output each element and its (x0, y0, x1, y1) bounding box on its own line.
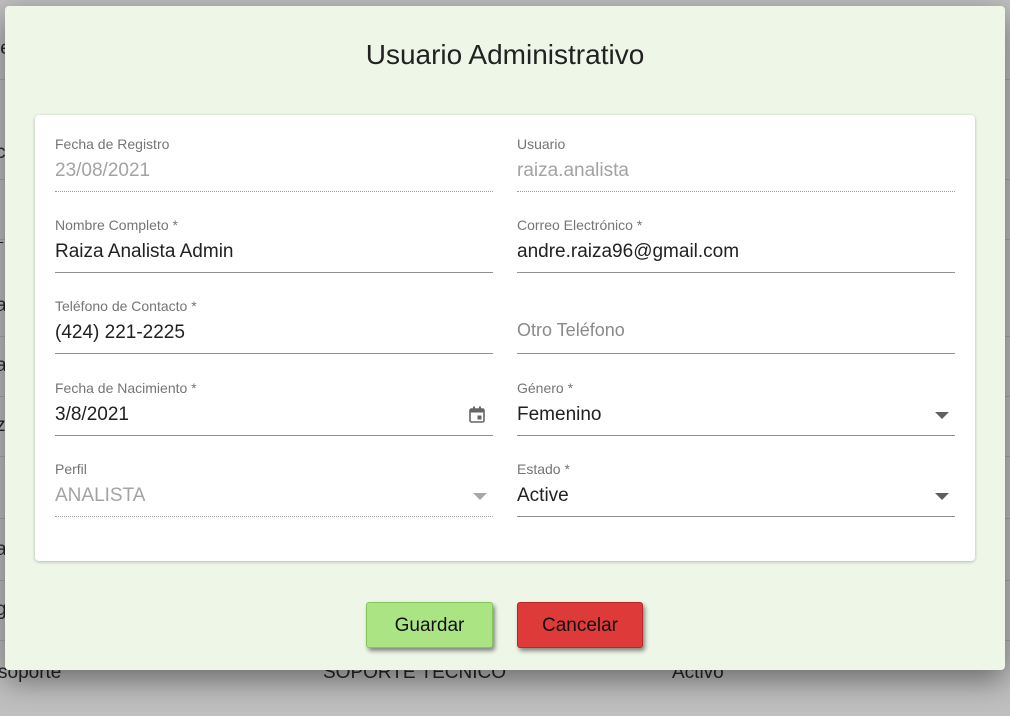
perfil-select: ANALISTA (55, 485, 146, 506)
cancel-button[interactable]: Cancelar (517, 602, 643, 648)
correo-input[interactable]: andre.raiza96@gmail.com (517, 241, 739, 263)
telefono-label: Teléfono de Contacto * (55, 298, 197, 314)
fecha-nacimiento-input[interactable]: 3/8/2021 (55, 404, 129, 426)
user-dialog: Usuario Administrativo Fecha de Registro… (5, 6, 1005, 670)
field-underline (55, 191, 493, 192)
telefono-input[interactable]: (424) 221-2225 (55, 322, 185, 344)
fecha-registro-field: Fecha de Registro 23/08/2021 (55, 136, 493, 198)
estado-label: Estado * (517, 461, 570, 477)
fecha-nacimiento-field[interactable]: Fecha de Nacimiento * 3/8/2021 (55, 380, 493, 442)
estado-select[interactable]: Active (517, 485, 569, 507)
caret-down-icon (473, 493, 487, 500)
fecha-nacimiento-label: Fecha de Nacimiento * (55, 380, 197, 396)
usuario-label: Usuario (517, 136, 566, 152)
perfil-label: Perfil (55, 461, 87, 477)
otro-telefono-field[interactable]: Otro Teléfono (517, 298, 955, 360)
field-underline (517, 435, 955, 436)
fecha-registro-value: 23/08/2021 (55, 160, 151, 181)
perfil-field: Perfil ANALISTA (55, 461, 493, 523)
field-underline (55, 353, 493, 354)
field-underline (517, 353, 955, 354)
telefono-field[interactable]: Teléfono de Contacto * (424) 221-2225 (55, 298, 493, 360)
correo-field[interactable]: Correo Electrónico * andre.raiza96@gmail… (517, 217, 955, 279)
save-button[interactable]: Guardar (366, 602, 493, 648)
usuario-value: raiza.analista (517, 160, 629, 181)
calendar-icon[interactable] (469, 406, 485, 423)
nombre-completo-label: Nombre Completo * (55, 217, 178, 233)
correo-label: Correo Electrónico * (517, 217, 643, 233)
nombre-completo-field[interactable]: Nombre Completo * Raiza Analista Admin (55, 217, 493, 279)
field-underline (55, 435, 493, 436)
nombre-completo-input[interactable]: Raiza Analista Admin (55, 241, 234, 263)
form-card: Fecha de Registro 23/08/2021 Usuario rai… (35, 115, 975, 561)
usuario-field: Usuario raiza.analista (517, 136, 955, 198)
genero-field[interactable]: Género * Femenino (517, 380, 955, 442)
estado-field[interactable]: Estado * Active (517, 461, 955, 523)
field-underline (517, 516, 955, 517)
field-underline (517, 272, 955, 273)
fecha-registro-label: Fecha de Registro (55, 136, 170, 152)
background-row-text: L (0, 230, 4, 246)
genero-select[interactable]: Femenino (517, 404, 602, 426)
dialog-title: Usuario Administrativo (365, 39, 645, 70)
otro-telefono-input[interactable]: Otro Teléfono (517, 320, 625, 341)
field-underline (517, 191, 955, 192)
genero-label: Género * (517, 380, 574, 396)
caret-down-icon[interactable] (935, 493, 949, 500)
caret-down-icon[interactable] (935, 412, 949, 419)
field-underline (55, 272, 493, 273)
field-underline (55, 516, 493, 517)
